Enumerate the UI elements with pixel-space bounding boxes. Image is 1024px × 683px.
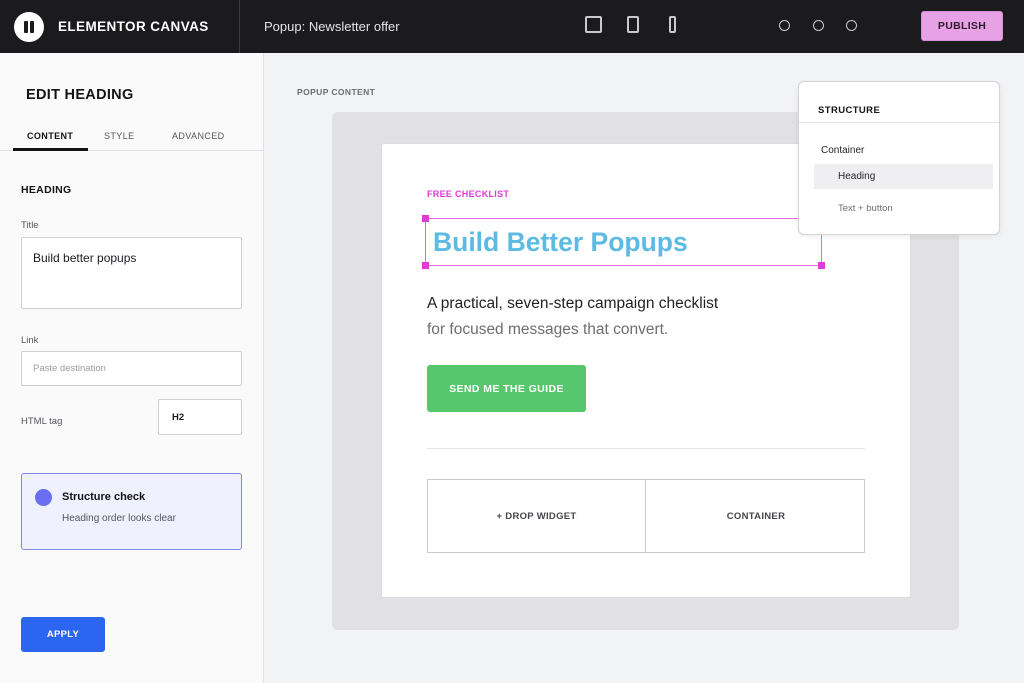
send-guide-button[interactable]: SEND ME THE GUIDE — [427, 365, 586, 412]
document-title: Popup: Newsletter offer — [264, 19, 400, 34]
body-text-line-2[interactable]: for focused messages that convert. — [427, 321, 668, 339]
circle-icon[interactable] — [846, 20, 857, 31]
publish-button[interactable]: PUBLISH — [921, 11, 1003, 41]
container-zone[interactable]: CONTAINER — [647, 480, 865, 552]
eyebrow-text[interactable]: FREE CHECKLIST — [427, 189, 509, 199]
html-tag-label: HTML tag — [21, 416, 63, 427]
navigator-title: STRUCTURE — [818, 105, 881, 116]
tablet-icon[interactable] — [627, 16, 639, 33]
desktop-icon[interactable] — [585, 16, 602, 33]
html-tag-select[interactable]: H2 — [158, 399, 242, 435]
tab-content[interactable]: CONTENT — [27, 131, 73, 141]
title-label: Title — [21, 220, 39, 231]
mobile-icon[interactable] — [669, 16, 676, 33]
canvas-label: POPUP CONTENT — [297, 87, 376, 97]
navigator-divider — [799, 122, 999, 123]
pause-logo-icon[interactable] — [14, 12, 44, 42]
structure-check-card: Structure check Heading order looks clea… — [21, 473, 242, 550]
check-title: Structure check — [62, 491, 146, 503]
circle-icon[interactable] — [813, 20, 824, 31]
status-dot-icon — [35, 489, 52, 506]
nav-item-text-button[interactable]: Text + button — [838, 203, 893, 214]
structure-navigator: STRUCTURE Container Heading Text + butto… — [798, 81, 1000, 235]
check-message: Heading order looks clear — [62, 513, 176, 524]
divider — [427, 448, 865, 449]
popup-heading[interactable]: Build Better Popups — [433, 227, 688, 258]
brand: ELEMENTOR CANVAS — [0, 0, 240, 53]
resize-handle[interactable] — [422, 262, 429, 269]
resize-handle[interactable] — [422, 215, 429, 222]
title-field[interactable] — [21, 237, 242, 309]
tab-advanced[interactable]: ADVANCED — [172, 131, 225, 141]
panel-title: EDIT HEADING — [26, 87, 134, 103]
nav-item-container[interactable]: Container — [821, 145, 864, 156]
tab-style[interactable]: STYLE — [104, 131, 135, 141]
link-label: Link — [21, 335, 39, 346]
apply-button[interactable]: APPLY — [21, 617, 105, 652]
drop-widget-zone[interactable]: + DROP WIDGET — [428, 480, 646, 552]
selected-heading-widget[interactable]: Build Better Popups — [422, 215, 825, 269]
section-heading: HEADING — [21, 184, 72, 196]
nav-item-heading-row[interactable]: Heading — [814, 164, 993, 189]
panel-tabs: CONTENT STYLE ADVANCED — [0, 123, 264, 151]
top-bar: ELEMENTOR CANVAS Popup: Newsletter offer… — [0, 0, 1024, 53]
nav-item-heading[interactable]: Heading — [838, 171, 875, 182]
active-tab-indicator — [13, 148, 88, 151]
edit-panel: EDIT HEADING CONTENT STYLE ADVANCED HEAD… — [0, 53, 264, 683]
circle-icon[interactable] — [779, 20, 790, 31]
brand-name: ELEMENTOR CANVAS — [58, 19, 209, 34]
resize-handle[interactable] — [818, 262, 825, 269]
column-row: + DROP WIDGET CONTAINER — [427, 479, 865, 553]
link-input[interactable] — [21, 351, 242, 386]
body-text-line-1[interactable]: A practical, seven-step campaign checkli… — [427, 295, 718, 313]
